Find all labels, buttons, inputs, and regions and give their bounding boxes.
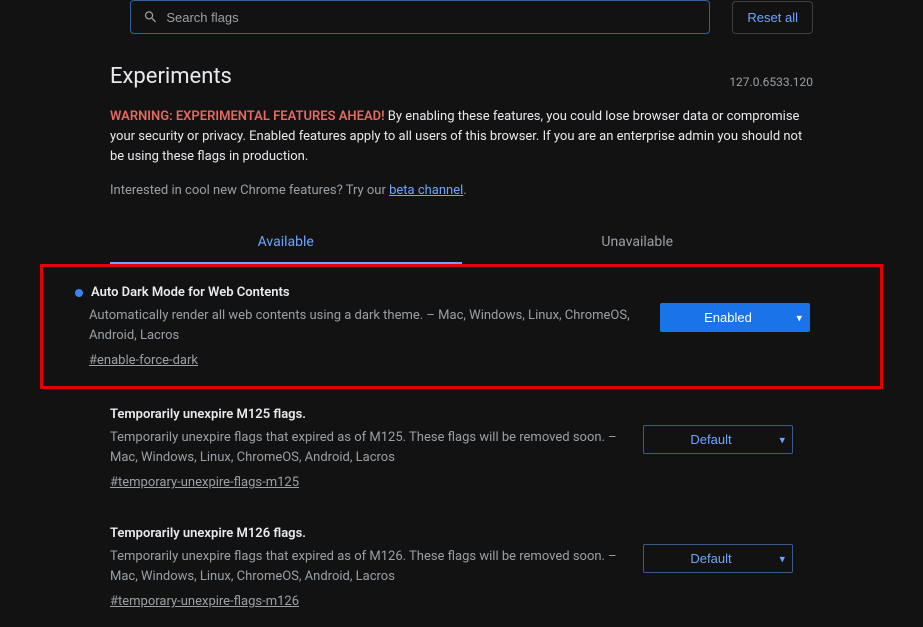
flag-description: Temporarily unexpire flags that expired … — [110, 547, 623, 586]
flag-item-temporary-unexpire-m125: Temporarily unexpire M125 flags. Tempora… — [110, 389, 813, 508]
warning-prefix: WARNING: EXPERIMENTAL FEATURES AHEAD! — [110, 109, 385, 124]
flag-description: Temporarily unexpire flags that expired … — [110, 428, 623, 467]
flag-hash-link[interactable]: #temporary-unexpire-flags-m125 — [110, 475, 299, 490]
flag-title: Temporarily unexpire M126 flags. — [110, 526, 306, 541]
modified-dot-icon — [75, 289, 83, 297]
flag-description: Automatically render all web contents us… — [89, 306, 640, 345]
reset-all-button[interactable]: Reset all — [732, 1, 813, 34]
flag-item-temporary-unexpire-m126: Temporarily unexpire M126 flags. Tempora… — [110, 508, 813, 627]
tab-unavailable[interactable]: Unavailable — [462, 222, 814, 264]
version-label: 127.0.6533.120 — [729, 75, 813, 89]
flag-item-enable-force-dark: Auto Dark Mode for Web Contents Automati… — [40, 264, 883, 389]
warning-text: WARNING: EXPERIMENTAL FEATURES AHEAD! By… — [110, 107, 813, 167]
flag-select-temporary-unexpire-m125[interactable]: Default — [643, 425, 793, 454]
flag-select-temporary-unexpire-m126[interactable]: Default — [643, 544, 793, 573]
tab-available[interactable]: Available — [110, 222, 462, 264]
flag-title: Auto Dark Mode for Web Contents — [91, 285, 290, 300]
flag-hash-link[interactable]: #enable-force-dark — [89, 353, 198, 368]
beta-prefix: Interested in cool new Chrome features? … — [110, 183, 389, 198]
beta-row: Interested in cool new Chrome features? … — [110, 183, 813, 198]
search-input[interactable] — [166, 10, 697, 25]
beta-channel-link[interactable]: beta channel — [389, 183, 463, 198]
flag-title: Temporarily unexpire M125 flags. — [110, 407, 306, 422]
search-box[interactable] — [130, 0, 710, 34]
tabs: Available Unavailable — [110, 222, 813, 264]
beta-suffix: . — [463, 183, 466, 198]
flag-list: Auto Dark Mode for Web Contents Automati… — [110, 264, 813, 627]
flag-select-enable-force-dark[interactable]: Enabled — [660, 303, 810, 332]
search-icon — [143, 9, 158, 25]
flag-hash-link[interactable]: #temporary-unexpire-flags-m126 — [110, 594, 299, 609]
page-title: Experiments — [110, 64, 232, 89]
